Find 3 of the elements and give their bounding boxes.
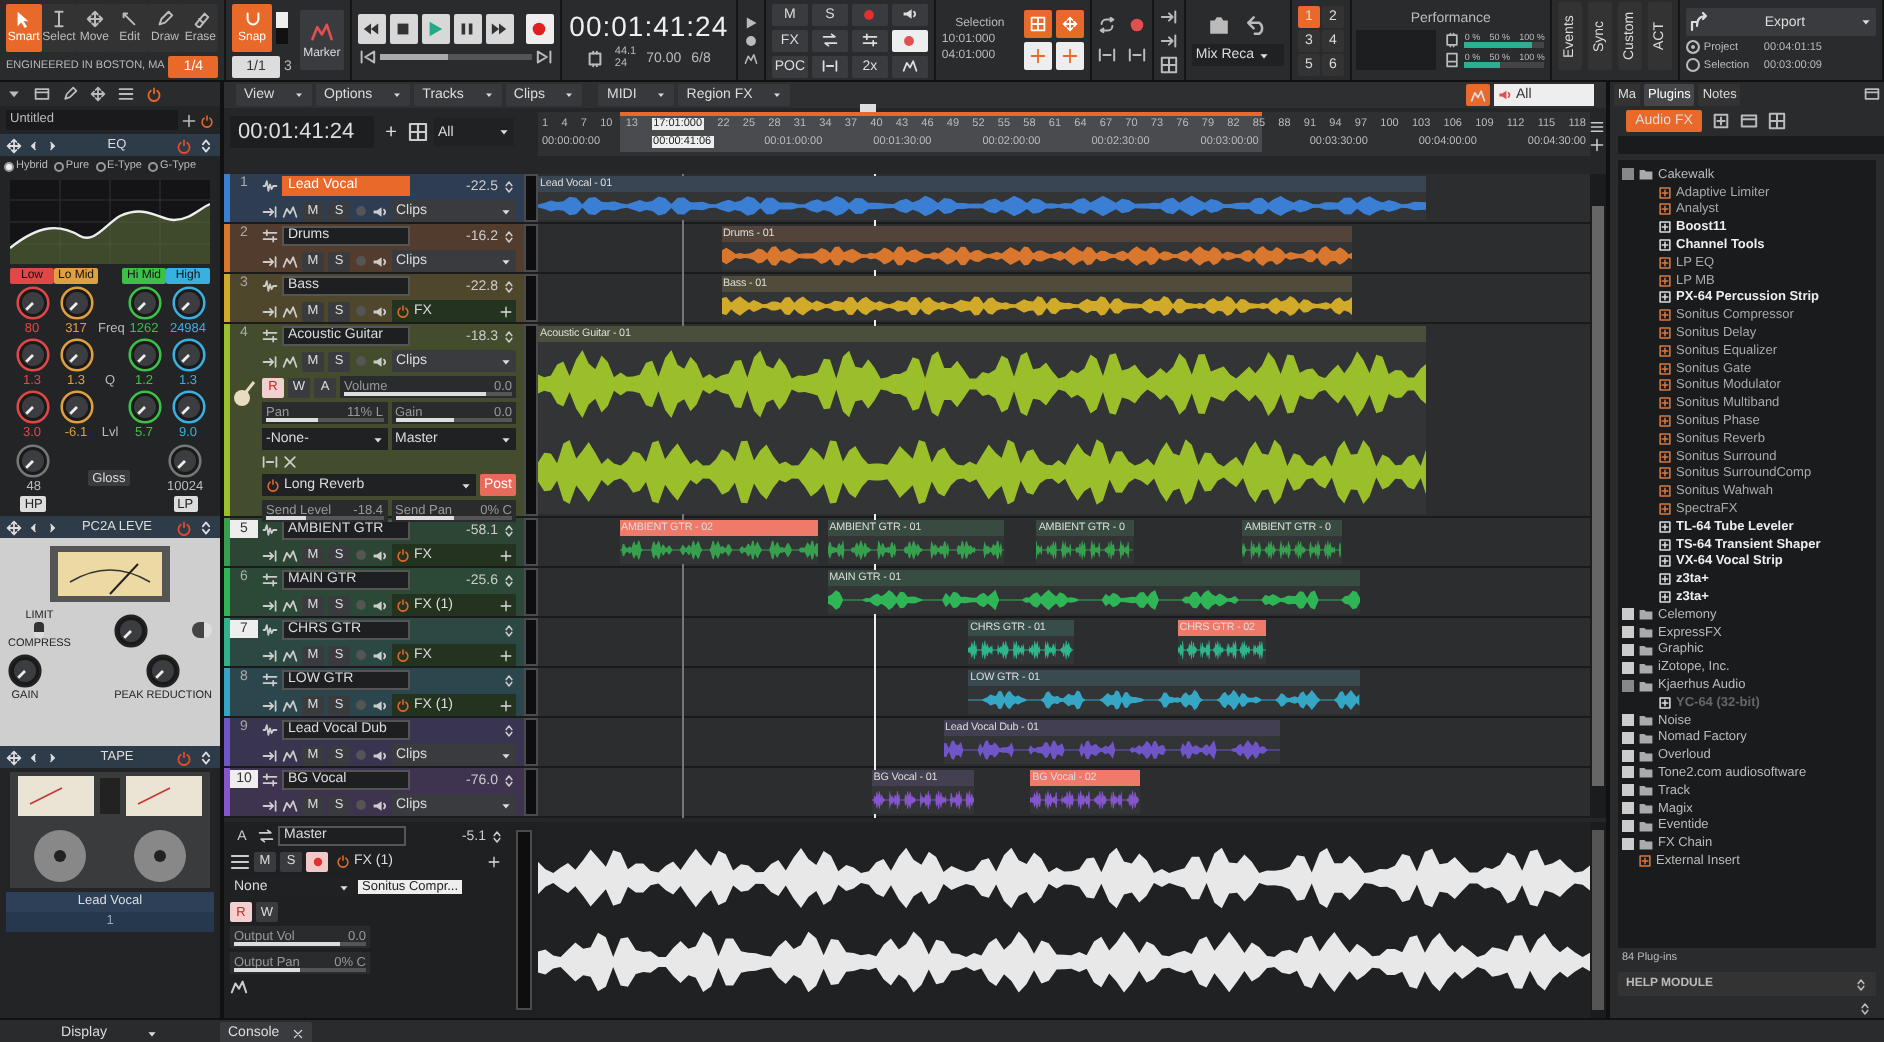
time-display: 00:01:41:24 bbox=[569, 10, 729, 42]
time-display: 00:01:41:24 bbox=[230, 116, 374, 148]
add-track-button[interactable]: + bbox=[380, 118, 402, 146]
